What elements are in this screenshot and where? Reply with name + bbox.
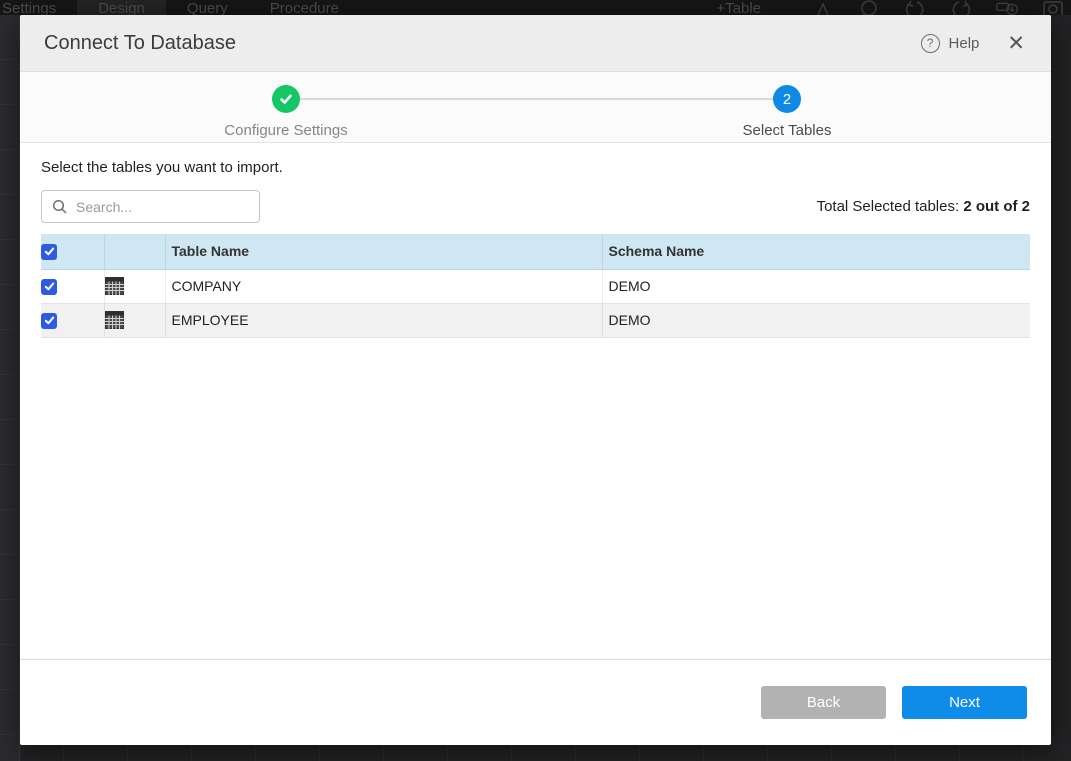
back-button[interactable]: Back [761, 686, 886, 719]
help-button[interactable]: ? Help [921, 34, 980, 53]
header-checkbox-cell [41, 234, 104, 269]
tab-design[interactable]: Design [77, 0, 166, 15]
dialog-body: Select the tables you want to import. To… [20, 143, 1051, 659]
step-label: Select Tables [687, 122, 887, 139]
tab-query[interactable]: Query [166, 0, 249, 15]
tables-list: Table Name Schema Name COMPANY DEMO [41, 234, 1030, 338]
table-name-cell: EMPLOYEE [165, 303, 602, 337]
step-label: Configure Settings [186, 122, 386, 139]
dialog-header: Connect To Database ? Help ✕ [20, 15, 1051, 72]
step-select-tables[interactable]: 2 Select Tables [687, 85, 887, 139]
table-grid-icon [105, 277, 124, 295]
row-checkbox-cell [41, 269, 104, 303]
step-configure-settings[interactable]: Configure Settings [186, 85, 386, 139]
tab-procedure[interactable]: Procedure [249, 0, 360, 15]
table-row[interactable]: EMPLOYEE DEMO [41, 303, 1030, 337]
header-schema-name: Schema Name [602, 234, 1030, 269]
select-all-checkbox[interactable] [41, 244, 57, 260]
instruction-text: Select the tables you want to import. [41, 159, 1030, 176]
help-label: Help [949, 35, 980, 52]
dialog-footer: Back Next [20, 659, 1051, 745]
camera-icon[interactable] [1041, 0, 1065, 15]
table-row[interactable]: COMPANY DEMO [41, 269, 1030, 303]
close-icon[interactable]: ✕ [1005, 31, 1027, 56]
search-icon [52, 199, 67, 214]
header-icon-cell [104, 234, 165, 269]
wizard-stepper: Configure Settings 2 Select Tables [20, 72, 1051, 143]
row-checkbox-cell [41, 303, 104, 337]
header-table-name: Table Name [165, 234, 602, 269]
search-box[interactable] [41, 190, 260, 223]
undo-icon[interactable] [903, 0, 927, 15]
schema-name-cell: DEMO [602, 269, 1030, 303]
tab-settings[interactable]: Settings [0, 0, 77, 15]
row-icon-cell [104, 303, 165, 337]
app-toolbar: Settings Design Query Procedure +Table [0, 0, 1071, 15]
table-name-cell: COMPANY [165, 269, 602, 303]
step-complete-icon [272, 85, 300, 113]
row-icon-cell [104, 269, 165, 303]
search-icon[interactable] [857, 0, 881, 15]
help-icon: ? [921, 34, 940, 53]
add-table-button[interactable]: +Table [716, 0, 761, 15]
dialog-title: Connect To Database [44, 32, 236, 55]
selected-tables-summary: Total Selected tables: 2 out of 2 [817, 198, 1030, 215]
schema-name-cell: DEMO [602, 303, 1030, 337]
row-checkbox[interactable] [41, 279, 57, 295]
app-toolbar-tabs: Settings Design Query Procedure [0, 0, 360, 15]
redo-icon[interactable] [949, 0, 973, 15]
app-sidebar [0, 15, 20, 761]
next-button[interactable]: Next [902, 686, 1027, 719]
step-number-badge: 2 [773, 85, 801, 113]
table-grid-icon [105, 311, 124, 329]
cursor-icon[interactable] [811, 0, 835, 15]
connect-to-database-dialog: Connect To Database ? Help ✕ Configure S… [20, 15, 1051, 745]
summary-count: 2 out of 2 [963, 198, 1030, 215]
table-header-row: Table Name Schema Name [41, 234, 1030, 269]
summary-prefix: Total Selected tables: [817, 198, 964, 215]
download-icon[interactable] [995, 0, 1019, 15]
search-input[interactable] [76, 199, 249, 215]
row-checkbox[interactable] [41, 313, 57, 329]
